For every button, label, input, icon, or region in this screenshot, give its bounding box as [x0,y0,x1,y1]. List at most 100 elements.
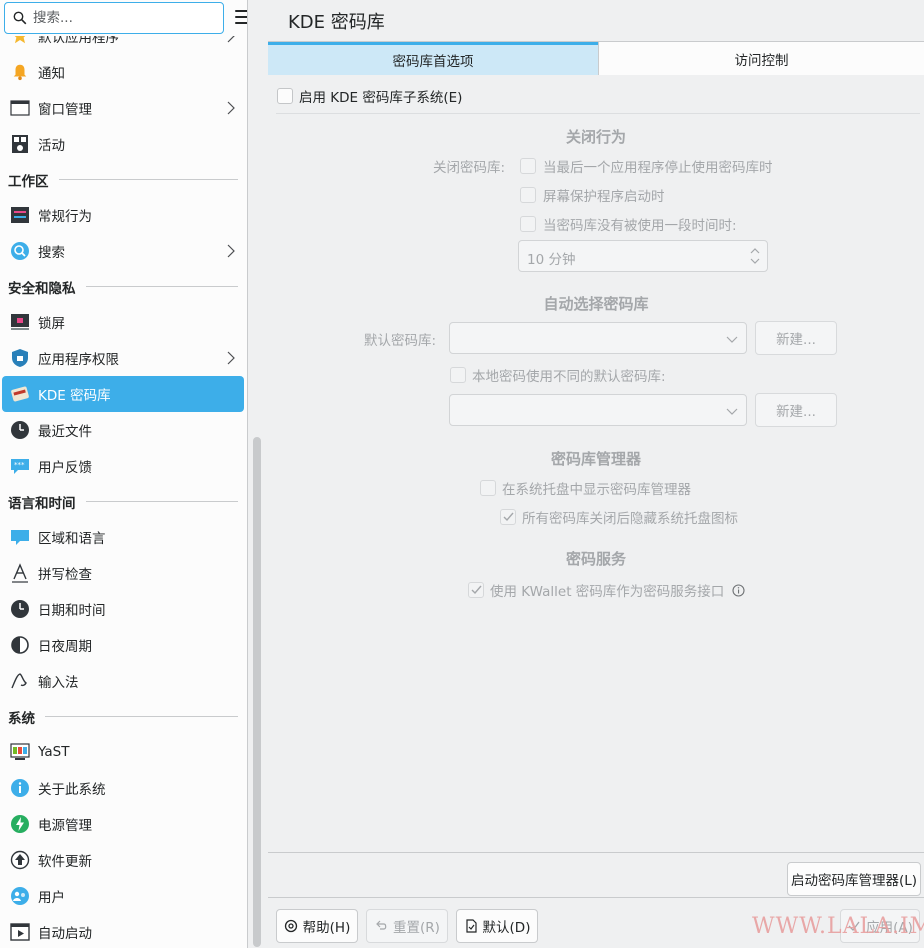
sidebar-item-label: 锁屏 [38,316,65,332]
default-wallet-select[interactable] [449,322,747,354]
window-icon [10,98,30,118]
show-in-tray-checkbox[interactable] [480,480,496,496]
sidebar-item-recent-files[interactable]: 最近文件 [2,412,244,448]
close-when-unused-checkbox[interactable] [520,216,536,232]
sidebar-item-kde-wallet[interactable]: KDE 密码库 [2,376,244,412]
sidebar-item-app-permissions[interactable]: 应用程序权限 [2,340,244,376]
launch-wallet-manager-button[interactable]: 启动密码库管理器(L) [787,862,921,896]
reset-button[interactable]: 重置(R) [366,909,448,943]
sidebar-item-label: 软件更新 [38,854,92,870]
section-title: 系统 [8,710,35,727]
update-icon [10,850,30,870]
close-on-screensaver-label: 屏幕保护程序启动时 [543,189,665,205]
check-icon [503,512,514,522]
power-icon [10,814,30,834]
sidebar-item-input-method[interactable]: 输入法 [2,663,244,699]
spellcheck-icon [10,563,30,583]
sidebar-item-region-language[interactable]: 区域和语言 [2,519,244,555]
hide-tray-icon-checkbox[interactable] [500,509,516,525]
idle-minutes-value: 10 分钟 [527,252,576,268]
close-behavior-header: 关闭行为 [565,128,626,146]
hide-tray-icon-row[interactable]: 所有密码库关闭后隐藏系统托盘图标 [500,507,738,527]
sidebar-item-search[interactable]: 搜索 [2,233,244,269]
tab-access-control[interactable]: 访问控制 [598,42,924,75]
sidebar-item-label: 区域和语言 [38,531,106,547]
divider [268,852,924,853]
sidebar-item-spellcheck[interactable]: 拼写检查 [2,555,244,591]
new-local-wallet-button[interactable]: 新建... [755,393,837,427]
hamburger-menu-button[interactable] [235,10,247,26]
secret-service-header: 密码服务 [565,550,626,568]
search-icon [10,241,30,261]
close-on-last-app-checkbox[interactable] [520,158,536,174]
sidebar-item-label: 自动启动 [38,926,92,942]
spin-arrows-icon[interactable] [749,245,761,267]
chevron-right-icon [227,244,235,258]
secret-service-row[interactable]: 使用 KWallet 密码库作为密码服务接口 [468,580,745,600]
sidebar-scrollbar[interactable] [253,437,261,947]
sidebar-item-date-time[interactable]: 日期和时间 [2,591,244,627]
sidebar-item-user-feedback[interactable]: *** 用户反馈 [2,448,244,484]
close-when-unused-row[interactable]: 当密码库没有被使用一段时间时: [520,214,737,234]
button-label: 重置(R) [393,920,440,936]
undo-icon [376,920,387,930]
new-default-wallet-button[interactable]: 新建... [755,321,837,355]
sidebar-item-power-management[interactable]: 电源管理 [2,806,244,842]
sidebar-item-software-update[interactable]: 软件更新 [2,842,244,878]
sidebar-item-label: 日夜周期 [38,639,92,655]
sidebar-item-notifications[interactable]: 通知 [2,54,244,90]
section-language: 语言和时间 [0,484,247,519]
search-icon [13,11,27,25]
search-input[interactable] [31,8,217,28]
sidebar-item-general-behavior[interactable]: 常规行为 [2,197,244,233]
sidebar-item-activities[interactable]: 活动 [2,126,244,162]
show-in-tray-label: 在系统托盘中显示密码库管理器 [502,482,691,498]
secret-service-checkbox[interactable] [468,582,484,598]
section-security: 安全和隐私 [0,269,247,304]
sidebar-item-lock-screen[interactable]: 锁屏 [2,304,244,340]
enable-wallet-checkbox-row[interactable]: 启用 KDE 密码库子系统(E) [277,86,462,106]
close-when-unused-label: 当密码库没有被使用一段时间时: [543,218,737,234]
sidebar-item-label: 默认应用程序 [38,36,119,46]
sidebar-item-window-management[interactable]: 窗口管理 [2,90,244,126]
sidebar-item-about-system[interactable]: 关于此系统 [2,770,244,806]
star-icon [10,36,30,46]
info-icon[interactable] [732,583,745,597]
hide-tray-icon-label: 所有密码库关闭后隐藏系统托盘图标 [522,511,738,527]
local-wallet-select[interactable] [449,394,747,426]
close-on-screensaver-checkbox[interactable] [520,187,536,203]
local-wallet-checkbox[interactable] [450,367,466,383]
show-in-tray-row[interactable]: 在系统托盘中显示密码库管理器 [480,478,691,498]
tab-bar: 密码库首选项 访问控制 [268,41,924,75]
chevron-right-icon [227,101,235,115]
sidebar-item-default-apps[interactable]: 默认应用程序 [2,36,244,54]
search-box[interactable] [4,2,224,34]
clock-icon [10,420,30,440]
day-night-icon [10,635,30,655]
info-icon [10,778,30,798]
clock-icon [10,599,30,619]
sidebar-item-autostart[interactable]: 自动启动 [2,914,244,948]
close-on-screensaver-row[interactable]: 屏幕保护程序启动时 [520,185,665,205]
tab-wallet-preferences[interactable]: 密码库首选项 [268,42,598,75]
bell-icon [10,62,30,82]
help-button[interactable]: 帮助(H) [276,909,358,943]
sidebar-item-label: 用户反馈 [38,460,92,476]
section-title: 安全和隐私 [8,280,76,297]
close-on-last-app-row[interactable]: 当最后一个应用程序停止使用密码库时 [520,156,773,176]
main-panel: KDE 密码库 密码库首选项 访问控制 启用 KDE 密码库子系统(E) 关闭行… [268,0,924,948]
button-label: 默认(D) [482,920,531,936]
enable-wallet-checkbox[interactable] [277,88,293,104]
sidebar-item-yast[interactable]: YaST [2,734,244,770]
sidebar-item-users[interactable]: 用户 [2,878,244,914]
input-method-icon [10,671,30,691]
idle-minutes-spinbox[interactable]: 10 分钟 [518,240,768,272]
defaults-button[interactable]: 默认(D) [456,909,538,943]
sidebar-item-label: 通知 [38,66,65,82]
section-workspace: 工作区 [0,162,247,197]
local-wallet-row[interactable]: 本地密码使用不同的默认密码库: [450,365,666,385]
local-wallet-label: 本地密码使用不同的默认密码库: [472,369,666,385]
svg-text:***: *** [14,461,25,469]
sidebar-item-night-cycle[interactable]: 日夜周期 [2,627,244,663]
button-label: 新建... [776,404,816,420]
